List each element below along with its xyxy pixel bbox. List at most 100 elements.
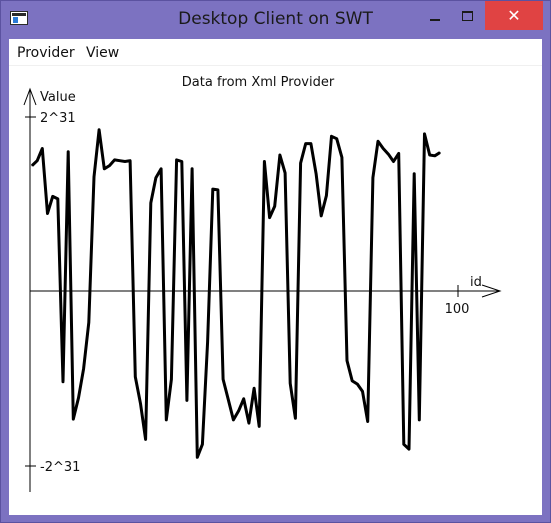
data-point xyxy=(274,205,276,207)
y-tick-label-bottom: -2^31 xyxy=(40,460,80,475)
data-point xyxy=(346,360,348,362)
data-point xyxy=(114,159,116,161)
title-bar[interactable]: Desktop Client on SWT ✕ xyxy=(1,1,550,38)
data-point xyxy=(191,168,193,170)
data-point xyxy=(41,147,43,150)
data-point xyxy=(263,160,265,163)
data-point xyxy=(119,160,121,162)
data-point xyxy=(408,448,410,450)
chart-title: Data from Xml Provider xyxy=(182,75,335,90)
data-point xyxy=(325,195,327,197)
data-point xyxy=(336,138,338,140)
data-point xyxy=(181,160,183,163)
menu-view[interactable]: View xyxy=(86,45,119,61)
data-point xyxy=(160,168,162,170)
data-point xyxy=(196,456,198,458)
data-point xyxy=(300,162,302,164)
data-point xyxy=(310,143,312,145)
data-point xyxy=(284,172,286,174)
data-point xyxy=(429,154,431,156)
x-axis-label: id xyxy=(470,275,482,290)
data-point xyxy=(93,176,95,178)
data-point xyxy=(98,129,100,131)
data-point xyxy=(57,198,59,200)
series-line xyxy=(30,128,441,459)
data-point xyxy=(67,151,69,153)
data-point xyxy=(258,425,260,427)
menu-bar: Provider View xyxy=(9,39,542,66)
maximize-button[interactable] xyxy=(452,1,482,30)
app-window: Desktop Client on SWT ✕ Provider View Da… xyxy=(0,0,551,523)
data-point xyxy=(207,341,209,343)
data-point xyxy=(150,202,152,204)
data-point xyxy=(170,378,172,380)
data-point xyxy=(279,154,281,156)
data-point xyxy=(165,419,167,421)
data-point xyxy=(356,383,358,385)
menu-provider[interactable]: Provider xyxy=(17,45,75,61)
data-point xyxy=(222,378,224,380)
y-tick-label-top: 2^31 xyxy=(40,111,76,126)
data-point xyxy=(330,135,333,137)
data-point xyxy=(77,397,80,399)
data-point xyxy=(403,443,405,445)
data-point xyxy=(201,443,203,445)
data-point xyxy=(377,140,379,142)
data-point xyxy=(129,160,131,162)
data-point xyxy=(139,403,142,405)
data-point xyxy=(124,160,126,163)
maximize-icon xyxy=(461,10,473,21)
data-point xyxy=(238,410,240,412)
x-tick-label-100: 100 xyxy=(445,302,470,317)
client-area: Provider View Data from Xml Provider Val… xyxy=(9,39,542,515)
data-point xyxy=(155,177,157,179)
data-point xyxy=(46,212,49,215)
data-point xyxy=(248,422,250,424)
data-point xyxy=(269,217,271,219)
data-point xyxy=(372,177,374,179)
data-point xyxy=(367,420,369,423)
data-point xyxy=(423,133,426,135)
minimize-button[interactable] xyxy=(420,1,450,30)
data-point xyxy=(434,155,436,157)
data-point xyxy=(103,168,105,170)
data-point xyxy=(186,399,188,401)
data-point xyxy=(253,387,255,389)
data-point xyxy=(387,153,389,155)
data-point xyxy=(315,173,317,175)
data-point xyxy=(36,160,38,162)
data-point xyxy=(413,173,415,175)
data-point xyxy=(305,143,307,145)
data-point xyxy=(243,398,245,400)
line-chart: Data from Xml Provider Value 2^31 -2^31 … xyxy=(23,75,502,492)
data-point xyxy=(212,188,214,190)
data-point xyxy=(382,147,384,150)
data-point xyxy=(134,376,136,378)
data-point xyxy=(289,382,291,384)
data-point xyxy=(361,390,364,392)
data-point xyxy=(232,419,234,421)
data-point xyxy=(392,160,395,163)
data-point xyxy=(418,419,420,421)
close-button[interactable]: ✕ xyxy=(485,1,543,30)
data-point xyxy=(227,399,229,401)
data-point xyxy=(294,417,296,419)
data-point xyxy=(88,321,90,323)
data-point xyxy=(176,159,178,161)
data-point xyxy=(31,165,33,167)
data-point xyxy=(351,380,353,382)
data-point xyxy=(320,215,322,217)
data-point xyxy=(72,418,74,420)
close-icon: ✕ xyxy=(507,6,521,25)
data-point xyxy=(439,151,441,154)
data-point xyxy=(62,381,64,383)
data-point xyxy=(217,189,219,191)
data-point xyxy=(108,165,111,167)
data-point xyxy=(341,156,343,158)
data-point xyxy=(145,438,147,440)
minimize-icon xyxy=(430,18,440,21)
data-point xyxy=(83,368,85,370)
data-point xyxy=(398,152,400,154)
data-point xyxy=(52,195,54,197)
y-axis-label: Value xyxy=(40,90,76,105)
